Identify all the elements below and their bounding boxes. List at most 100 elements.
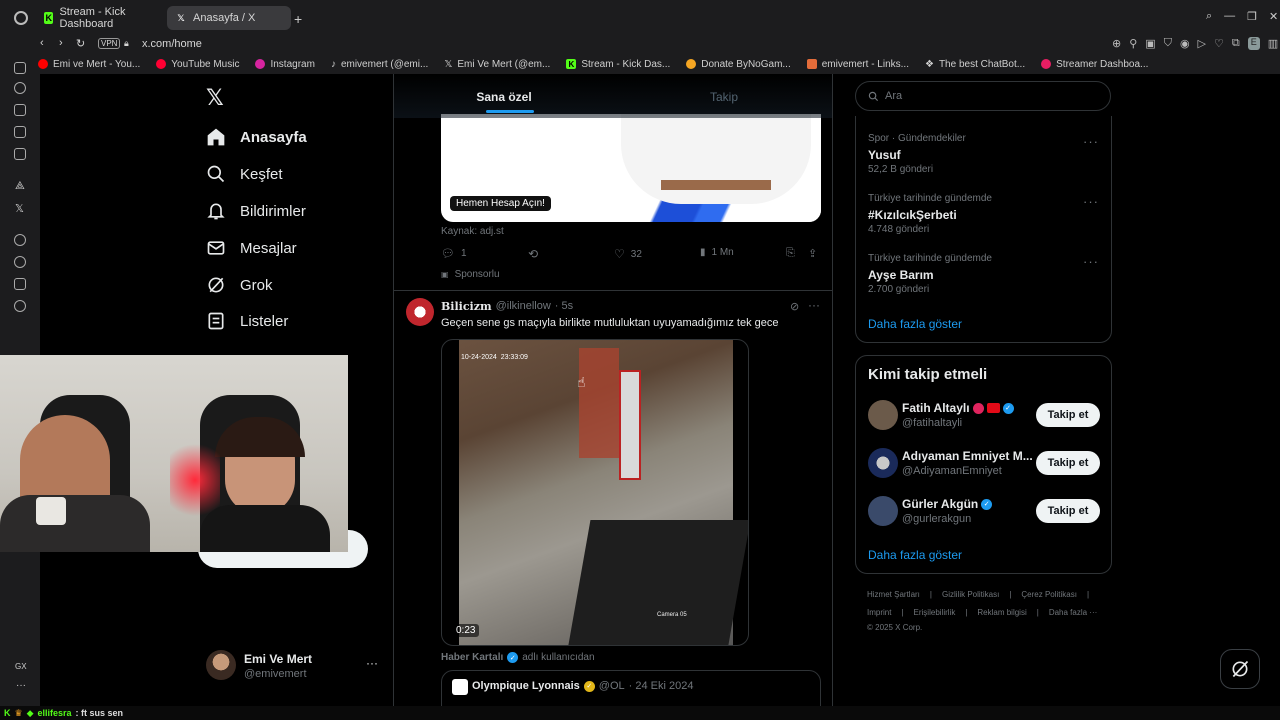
footer-link[interactable]: Reklam bilgisi: [977, 608, 1026, 617]
more-icon[interactable]: ···: [1083, 134, 1099, 149]
red-circle-icon: [972, 402, 984, 414]
quoted-post[interactable]: Olympique Lyonnais ✓ @OL · 24 Eki 2024: [441, 670, 821, 706]
close-icon[interactable]: ✕: [1269, 10, 1278, 23]
bookmark-item[interactable]: Emi ve Mert - You...: [38, 59, 140, 70]
views-button[interactable]: ▮ 1 Mn: [700, 247, 734, 258]
bookmark-item[interactable]: K Stream - Kick Das...: [566, 59, 670, 70]
reply-button[interactable]: 💬︎ 1: [441, 247, 467, 260]
clock-icon[interactable]: [14, 256, 26, 268]
gear-icon[interactable]: [14, 300, 26, 312]
repost-button[interactable]: ⟲: [528, 247, 538, 261]
bookmark-item[interactable]: emivemert - Links...: [806, 59, 909, 70]
chat-message: : ft sus sen: [75, 708, 124, 718]
nav-lists[interactable]: Listeler: [206, 311, 288, 331]
gx-icon[interactable]: GX: [15, 662, 27, 671]
search-box[interactable]: Ara: [855, 81, 1111, 111]
share-button[interactable]: ⇪: [808, 247, 817, 260]
zoom-icon[interactable]: ⊕: [1112, 37, 1121, 50]
bookmark-item[interactable]: Donate ByNoGam...: [686, 59, 791, 70]
follow-button[interactable]: Takip et: [1036, 499, 1100, 523]
ad-image[interactable]: Hemen Hesap Açın!: [441, 114, 821, 222]
mail-app-icon[interactable]: [14, 148, 26, 160]
tab-for-you[interactable]: Sana özel: [394, 74, 614, 118]
tab-title: Stream - Kick Dashboard: [59, 6, 126, 30]
nav-explore[interactable]: Keşfet: [206, 164, 283, 184]
trends-show-more[interactable]: Daha fazla göster: [868, 317, 962, 331]
video-attribution: Haber Kartalı ✓ adlı kullanıcıdan: [441, 652, 595, 663]
footer-link[interactable]: Imprint: [867, 608, 891, 617]
post-header: Bilicizm @ilkinellow · 5s: [441, 300, 573, 313]
post-handle[interactable]: @ilkinellow: [496, 300, 551, 313]
x-logo-icon[interactable]: 𝕏: [15, 202, 24, 215]
extensions-icon[interactable]: ⧉: [1232, 37, 1240, 50]
back-icon[interactable]: ‹: [40, 37, 44, 49]
tab-following[interactable]: Takip: [614, 74, 832, 118]
settings-icon[interactable]: [14, 234, 26, 246]
nav-grok[interactable]: Grok: [206, 275, 273, 295]
notes-icon[interactable]: [14, 126, 26, 138]
bookmark-item[interactable]: ❖ The best ChatBot...: [925, 59, 1025, 70]
footer-link[interactable]: Çerez Politikası: [1021, 590, 1077, 599]
play-icon[interactable]: ▷: [1198, 37, 1206, 50]
footer-link[interactable]: Gizlilik Politikası: [942, 590, 999, 599]
minimize-icon[interactable]: —: [1224, 10, 1235, 23]
donate-icon: [686, 59, 697, 69]
profile-icon[interactable]: E: [1247, 37, 1260, 50]
tab-title: Anasayfa / X: [193, 12, 256, 24]
puzzle-icon[interactable]: [14, 278, 26, 290]
sidebar-toggle-icon[interactable]: ▥: [1268, 37, 1278, 50]
bookmark-item[interactable]: ♪ emivemert (@emi...: [331, 59, 428, 70]
grok-post-icon[interactable]: ⊘: [790, 300, 799, 313]
screenshot-icon[interactable]: ▣: [1145, 37, 1155, 50]
footer-link[interactable]: Hizmet Şartları: [867, 590, 920, 599]
more-icon[interactable]: ···: [366, 656, 378, 670]
search-tabs-icon[interactable]: ⌕: [1206, 10, 1212, 23]
account-switcher[interactable]: Emi Ve Mert @emivemert ···: [204, 650, 384, 684]
follow-button[interactable]: Takip et: [1036, 403, 1100, 427]
post-author[interactable]: Bilicizm: [441, 300, 492, 313]
post-avatar[interactable]: [406, 298, 434, 326]
bookmark-item[interactable]: Instagram: [255, 59, 315, 70]
bookmark-item[interactable]: 𝕏 Emi Ve Mert (@em...: [444, 59, 550, 70]
bookmark-button[interactable]: ⎘: [786, 247, 795, 260]
browser-logo-icon[interactable]: [14, 11, 28, 25]
attribution-user[interactable]: Haber Kartalı: [441, 652, 503, 663]
post-more-icon[interactable]: ···: [808, 298, 820, 312]
more-icon[interactable]: ···: [1083, 254, 1099, 269]
x-logo-icon[interactable]: 𝕏: [206, 85, 224, 111]
history-icon[interactable]: [14, 82, 26, 94]
like-button[interactable]: ♡ 32: [614, 247, 642, 261]
tab-x-home[interactable]: 𝕏 Anasayfa / X: [167, 6, 291, 30]
ad-cta-button[interactable]: Hemen Hesap Açın!: [450, 196, 551, 211]
shield-icon[interactable]: ⛉: [1164, 37, 1172, 50]
footer-link[interactable]: Daha fazla ···: [1049, 608, 1097, 617]
pin-icon[interactable]: ⚲: [1129, 37, 1137, 50]
restore-icon[interactable]: ❐: [1247, 10, 1257, 23]
post-video[interactable]: 10-24-2024 23:33:09 Camera 05 0:23 ☝: [441, 339, 749, 646]
post-time[interactable]: · 5s: [555, 300, 573, 313]
grok-button[interactable]: [1220, 649, 1260, 689]
vpn-badge[interactable]: VPN: [98, 38, 121, 49]
follow-button[interactable]: Takip et: [1036, 451, 1100, 475]
url-field[interactable]: x.com/home: [142, 38, 202, 50]
footer-link[interactable]: Erişilebilirlik: [914, 608, 956, 617]
panel-icon[interactable]: [14, 62, 26, 74]
heart-icon[interactable]: ♡: [1214, 37, 1224, 50]
bookmark-icon[interactable]: [14, 104, 26, 116]
more-icon[interactable]: ···: [16, 680, 26, 691]
nav-home[interactable]: Anasayfa: [206, 127, 307, 147]
bookmark-item[interactable]: Streamer Dashboa...: [1041, 59, 1148, 70]
reload-icon[interactable]: ↻: [76, 37, 85, 50]
tab-kick-dashboard[interactable]: K Stream - Kick Dashboard: [36, 6, 164, 30]
bookmark-item[interactable]: YouTube Music: [156, 59, 239, 70]
nav-notifications[interactable]: Bildirimler: [206, 201, 306, 221]
quoted-avatar: [452, 679, 468, 695]
nav-messages[interactable]: Mesajlar: [206, 238, 297, 258]
who-show-more[interactable]: Daha fazla göster: [868, 548, 962, 562]
new-tab-button[interactable]: +: [294, 11, 302, 27]
camera-icon[interactable]: ◉: [1180, 37, 1190, 50]
ad-source[interactable]: Kaynak: adj.st: [441, 226, 504, 237]
app-icon[interactable]: ⟁: [15, 180, 25, 193]
more-icon[interactable]: ···: [1083, 194, 1099, 209]
forward-icon[interactable]: ›: [59, 37, 63, 49]
